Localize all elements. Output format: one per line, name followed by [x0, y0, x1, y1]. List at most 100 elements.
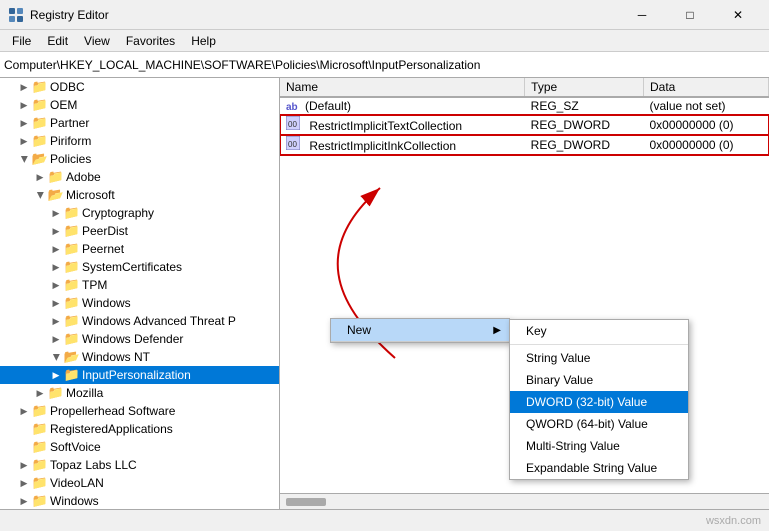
tree-item-adobe[interactable]: 📁 Adobe — [0, 168, 279, 186]
tree-label-watp: Windows Advanced Threat P — [82, 314, 236, 328]
tree-toggle-softvoice[interactable] — [16, 439, 32, 455]
horizontal-scrollbar[interactable] — [280, 493, 769, 509]
tree-item-peerdist[interactable]: 📁 PeerDist — [0, 222, 279, 240]
tree-item-watp[interactable]: 📁 Windows Advanced Threat P — [0, 312, 279, 330]
tree-item-policies[interactable]: 📂 Policies — [0, 150, 279, 168]
tree-item-systemcerts[interactable]: 📁 SystemCertificates — [0, 258, 279, 276]
tree-toggle-adobe[interactable] — [32, 169, 48, 185]
tree-toggle-videolan[interactable] — [16, 475, 32, 491]
tree-label-videolan: VideoLAN — [50, 476, 104, 490]
tree-toggle-systemcerts[interactable] — [48, 259, 64, 275]
folder-icon-watp: 📁 — [64, 313, 80, 329]
title-bar: Registry Editor ─ □ ✕ — [0, 0, 769, 30]
tree-item-microsoft[interactable]: 📂 Microsoft — [0, 186, 279, 204]
tree-label-peerdist: PeerDist — [82, 224, 128, 238]
folder-icon-tpm: 📁 — [64, 277, 80, 293]
row-type-restrict-text: REG_DWORD — [525, 115, 644, 135]
menu-help[interactable]: Help — [183, 32, 224, 50]
tree-item-regapps[interactable]: 📁 RegisteredApplications — [0, 420, 279, 438]
tree-content[interactable]: 📁 ODBC 📁 OEM 📁 Partner 📁 Piriform — [0, 78, 279, 509]
tree-item-windows-ms[interactable]: 📁 Windows — [0, 294, 279, 312]
tree-item-softvoice[interactable]: 📁 SoftVoice — [0, 438, 279, 456]
tree-panel: 📁 ODBC 📁 OEM 📁 Partner 📁 Piriform — [0, 78, 280, 509]
status-bar: wsxdn.com — [0, 509, 769, 531]
tree-toggle-partner[interactable] — [16, 115, 32, 131]
maximize-button[interactable]: □ — [667, 0, 713, 30]
context-menu-new[interactable]: New ▶ — [331, 319, 509, 342]
tree-item-wdefender[interactable]: 📁 Windows Defender — [0, 330, 279, 348]
tree-toggle-odbc[interactable] — [16, 79, 32, 95]
tree-toggle-windows-ms[interactable] — [48, 295, 64, 311]
menu-view[interactable]: View — [76, 32, 118, 50]
tree-label-windows-root: Windows — [50, 494, 99, 508]
ab-icon: ab — [286, 102, 298, 113]
menu-edit[interactable]: Edit — [39, 32, 76, 50]
tree-toggle-propellerhead[interactable] — [16, 403, 32, 419]
tree-item-propellerhead[interactable]: 📁 Propellerhead Software — [0, 402, 279, 420]
tree-item-oem[interactable]: 📁 OEM — [0, 96, 279, 114]
submenu-key-label: Key — [526, 324, 547, 338]
tree-label-piriform: Piriform — [50, 134, 91, 148]
tree-toggle-regapps[interactable] — [16, 421, 32, 437]
menu-file[interactable]: File — [4, 32, 39, 50]
tree-item-windows-root[interactable]: 📁 Windows — [0, 492, 279, 509]
submenu-separator — [510, 344, 688, 345]
tree-item-inputpersonalization[interactable]: 📁 InputPersonalization — [0, 366, 279, 384]
tree-label-peernet: Peernet — [82, 242, 124, 256]
context-menu-new-label: New — [347, 323, 371, 337]
tree-toggle-policies[interactable] — [16, 151, 32, 167]
tree-toggle-watp[interactable] — [48, 313, 64, 329]
row-name-restrict-ink: 00 RestrictImplicitInkCollection — [280, 135, 525, 155]
tree-item-partner[interactable]: 📁 Partner — [0, 114, 279, 132]
tree-item-topaz[interactable]: 📁 Topaz Labs LLC — [0, 456, 279, 474]
submenu-multistring-value[interactable]: Multi-String Value — [510, 435, 688, 457]
folder-icon-partner: 📁 — [32, 115, 48, 131]
submenu-qword-label: QWORD (64-bit) Value — [526, 417, 648, 431]
col-data: Data — [643, 78, 768, 97]
minimize-button[interactable]: ─ — [619, 0, 665, 30]
submenu-dword-value[interactable]: DWORD (32-bit) Value — [510, 391, 688, 413]
tree-toggle-wdefender[interactable] — [48, 331, 64, 347]
submenu-expandable-value[interactable]: Expandable String Value — [510, 457, 688, 479]
tree-item-videolan[interactable]: 📁 VideoLAN — [0, 474, 279, 492]
tree-item-mozilla[interactable]: 📁 Mozilla — [0, 384, 279, 402]
tree-label-oem: OEM — [50, 98, 77, 112]
submenu-dword-label: DWORD (32-bit) Value — [526, 395, 647, 409]
tree-toggle-windowsnt[interactable] — [48, 349, 64, 365]
scroll-thumb[interactable] — [286, 498, 326, 506]
dword-icon-2: 00 — [286, 136, 302, 150]
table-row[interactable]: ab (Default) REG_SZ (value not set) — [280, 97, 769, 115]
tree-toggle-inputpersonalization[interactable] — [48, 367, 64, 383]
tree-toggle-tpm[interactable] — [48, 277, 64, 293]
tree-toggle-microsoft[interactable] — [32, 187, 48, 203]
tree-toggle-oem[interactable] — [16, 97, 32, 113]
tree-item-tpm[interactable]: 📁 TPM — [0, 276, 279, 294]
tree-toggle-mozilla[interactable] — [32, 385, 48, 401]
close-button[interactable]: ✕ — [715, 0, 761, 30]
tree-toggle-peerdist[interactable] — [48, 223, 64, 239]
table-row[interactable]: 00 RestrictImplicitInkCollection REG_DWO… — [280, 135, 769, 155]
menu-favorites[interactable]: Favorites — [118, 32, 183, 50]
row-name-default: ab (Default) — [280, 97, 525, 115]
folder-icon-videolan: 📁 — [32, 475, 48, 491]
submenu-binary-value[interactable]: Binary Value — [510, 369, 688, 391]
tree-item-cryptography[interactable]: 📁 Cryptography — [0, 204, 279, 222]
submenu-key[interactable]: Key — [510, 320, 688, 342]
tree-item-odbc[interactable]: 📁 ODBC — [0, 78, 279, 96]
folder-icon-wdefender: 📁 — [64, 331, 80, 347]
tree-toggle-cryptography[interactable] — [48, 205, 64, 221]
table-row[interactable]: 00 RestrictImplicitTextCollection REG_DW… — [280, 115, 769, 135]
tree-label-propellerhead: Propellerhead Software — [50, 404, 175, 418]
row-name-restrict-text: 00 RestrictImplicitTextCollection — [280, 115, 525, 135]
submenu-qword-value[interactable]: QWORD (64-bit) Value — [510, 413, 688, 435]
tree-item-peernet[interactable]: 📁 Peernet — [0, 240, 279, 258]
tree-toggle-piriform[interactable] — [16, 133, 32, 149]
tree-toggle-topaz[interactable] — [16, 457, 32, 473]
tree-item-piriform[interactable]: 📁 Piriform — [0, 132, 279, 150]
submenu-string-value[interactable]: String Value — [510, 347, 688, 369]
tree-toggle-peernet[interactable] — [48, 241, 64, 257]
address-path: Computer\HKEY_LOCAL_MACHINE\SOFTWARE\Pol… — [4, 58, 480, 72]
col-name: Name — [280, 78, 525, 97]
tree-toggle-windows-root[interactable] — [16, 493, 32, 509]
tree-item-windowsnt[interactable]: 📂 Windows NT — [0, 348, 279, 366]
